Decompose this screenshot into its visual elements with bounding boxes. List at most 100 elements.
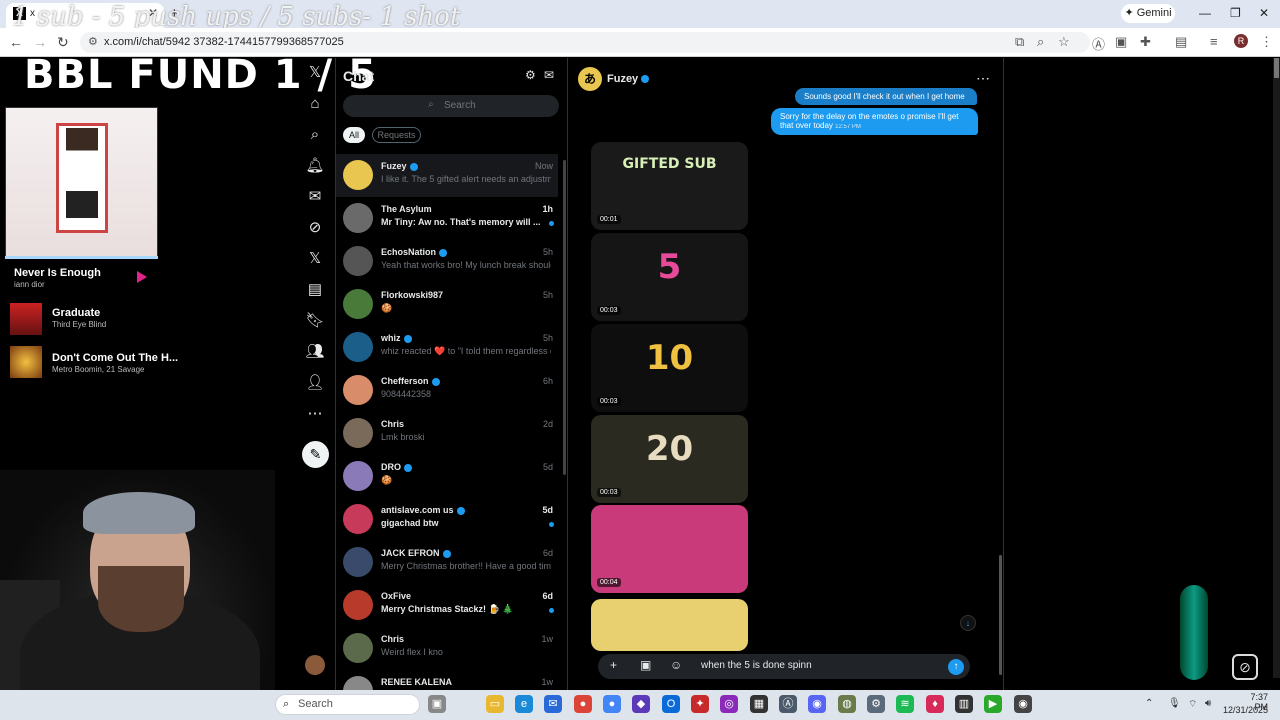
site-info-icon[interactable]: ⚙ xyxy=(88,35,98,48)
volume-icon[interactable]: 🔊︎ xyxy=(1205,698,1211,709)
grok-icon[interactable]: ⊘ xyxy=(305,218,325,238)
x-premium-icon[interactable]: 𝕏 xyxy=(305,249,325,269)
account-avatar[interactable] xyxy=(305,655,325,675)
page-scrollbar-thumb[interactable] xyxy=(1274,58,1279,78)
media-attachment[interactable] xyxy=(591,599,748,651)
edge-icon[interactable]: e xyxy=(515,695,533,713)
media-attachment[interactable]: 5 00:03 xyxy=(591,233,748,321)
conversation-avatar[interactable] xyxy=(343,504,373,534)
app-icon-3[interactable]: ◎ xyxy=(720,695,738,713)
message-bubble[interactable]: Sounds good I'll check it out when I get… xyxy=(795,88,977,105)
conversation-preview: Mr Tiny: Aw no. That's memory will ... xyxy=(381,217,541,227)
lists-icon[interactable]: ▤ xyxy=(305,280,325,300)
grok-floating-icon[interactable]: ⊘ xyxy=(1232,654,1258,680)
app-icon-4[interactable]: ▦ xyxy=(750,695,768,713)
profile-avatar[interactable]: R xyxy=(1234,34,1248,48)
close-window-icon[interactable]: ✕ xyxy=(1259,6,1269,20)
scroll-to-bottom-icon[interactable]: ↓ xyxy=(960,615,976,631)
conversation-scrollbar[interactable] xyxy=(999,555,1002,675)
more-menu-icon[interactable]: ⋮ xyxy=(1260,34,1273,50)
conversation-avatar[interactable] xyxy=(343,590,373,620)
conversation-avatar[interactable] xyxy=(343,633,373,663)
outlook-app-icon[interactable]: O xyxy=(662,695,680,713)
x-home-logo-icon[interactable]: 𝕏 xyxy=(305,63,325,83)
media-attachment[interactable]: 10 00:03 xyxy=(591,324,748,412)
send-button[interactable]: ↑ xyxy=(948,659,964,675)
media-attachment[interactable]: GIFTED SUB 00:01 xyxy=(591,142,748,230)
reading-list-icon[interactable]: ≡ xyxy=(1210,34,1218,49)
messages-icon[interactable]: ✉ xyxy=(305,187,325,207)
contact-avatar[interactable]: あ xyxy=(578,67,602,91)
gemini-button[interactable]: ✦ Gemini xyxy=(1121,4,1175,23)
app-icon-2[interactable]: ✦ xyxy=(691,695,709,713)
add-attachment-icon[interactable]: + xyxy=(610,658,617,672)
settings-app-icon[interactable]: ⚙ xyxy=(867,695,885,713)
conversation-avatar[interactable] xyxy=(343,203,373,233)
restore-icon[interactable]: ❐ xyxy=(1230,6,1241,20)
message-bubble[interactable]: Sorry for the delay on the emotes o prom… xyxy=(771,108,978,135)
bookmarks-icon[interactable]: 🔖︎ xyxy=(305,311,325,331)
communities-icon[interactable]: 👥︎ xyxy=(305,342,325,362)
reload-icon[interactable]: ↻ xyxy=(57,34,69,51)
message-input[interactable]: when the 5 is done spinn xyxy=(701,660,812,671)
app-icon-9[interactable]: ▶ xyxy=(984,695,1002,713)
conversation-avatar[interactable] xyxy=(343,246,373,276)
media-attachment[interactable]: 20 00:03 xyxy=(591,415,748,503)
conversation-avatar[interactable] xyxy=(343,418,373,448)
task-view-icon[interactable]: ▣ xyxy=(428,695,446,713)
back-icon[interactable]: ← xyxy=(9,34,23,50)
more-icon[interactable]: ⋯ xyxy=(305,404,325,424)
home-icon[interactable]: ⌂ xyxy=(305,94,325,114)
conversation-avatar[interactable] xyxy=(343,332,373,362)
conversation-avatar[interactable] xyxy=(343,160,373,190)
app-icon-7[interactable]: ♦ xyxy=(926,695,944,713)
media-attachment[interactable]: 00:04 xyxy=(591,505,748,593)
app-icon-6[interactable]: ◍ xyxy=(838,695,856,713)
settings-icon[interactable]: ⚙ xyxy=(525,68,536,82)
chrome-icon[interactable]: ● xyxy=(574,695,592,713)
chrome-profile-icon[interactable]: ● xyxy=(603,695,621,713)
gif-icon[interactable]: ▣ xyxy=(640,658,651,672)
conversation-avatar[interactable] xyxy=(343,547,373,577)
app-icon-5[interactable]: Ⓐ xyxy=(779,695,797,713)
puzzle-icon[interactable]: ✚ xyxy=(1140,34,1151,50)
conversation-more-icon[interactable]: ⋯ xyxy=(976,70,990,87)
media-duration: 00:03 xyxy=(597,397,621,406)
tray-overflow-icon[interactable]: ⌃ xyxy=(1145,698,1153,709)
discord-icon[interactable]: ◉ xyxy=(808,695,826,713)
conversation-avatar[interactable] xyxy=(343,375,373,405)
wifi-icon[interactable]: ⌔ xyxy=(1188,698,1197,711)
post-button[interactable]: ✎ xyxy=(302,441,329,468)
microphone-icon[interactable]: 🎙︎ xyxy=(1168,698,1181,709)
extension-icon[interactable]: ▣ xyxy=(1115,34,1127,50)
filter-all-tab[interactable]: All xyxy=(343,127,365,143)
explore-icon[interactable]: ⌕ xyxy=(305,125,325,145)
spotify-icon[interactable]: ≋ xyxy=(896,695,914,713)
filter-requests-tab[interactable]: Requests xyxy=(372,127,421,143)
sidebar-icon[interactable]: ▤ xyxy=(1175,34,1187,50)
outlook-icon[interactable]: ✉ xyxy=(544,695,562,713)
forward-icon[interactable]: → xyxy=(33,34,47,50)
notifications-icon[interactable]: 🔔︎ xyxy=(305,156,325,176)
page-scrollbar[interactable] xyxy=(1273,58,1280,678)
app-icon-1[interactable]: ◆ xyxy=(632,695,650,713)
clock-date[interactable]: 12/31/2025 xyxy=(1222,705,1268,715)
search-placeholder: Search xyxy=(444,100,476,111)
emoji-icon[interactable]: ☺ xyxy=(670,658,682,672)
bookmark-star-icon[interactable]: ☆ xyxy=(1058,34,1070,50)
app-icon-8[interactable]: ▥ xyxy=(955,695,973,713)
taskbar-search[interactable] xyxy=(275,694,420,715)
contact-name[interactable]: Fuzey xyxy=(607,73,650,85)
extension-a-icon[interactable]: Ⓐ xyxy=(1092,34,1105,53)
profile-icon[interactable]: 👤︎ xyxy=(305,373,325,393)
url-text[interactable]: x.com/i/chat/5942 37382-1744157799368577… xyxy=(104,36,344,48)
minimize-icon[interactable]: — xyxy=(1199,6,1211,20)
conversation-avatar[interactable] xyxy=(343,289,373,319)
conversation-avatar[interactable] xyxy=(343,461,373,491)
obs-icon[interactable]: ◉ xyxy=(1014,695,1032,713)
new-message-icon[interactable]: ✉ xyxy=(544,68,554,82)
chat-list-scrollbar[interactable] xyxy=(563,160,566,475)
zoom-icon[interactable]: ⌕ xyxy=(1037,34,1044,50)
install-app-icon[interactable]: ⧉ xyxy=(1015,34,1024,50)
file-explorer-icon[interactable]: ▭ xyxy=(486,695,504,713)
